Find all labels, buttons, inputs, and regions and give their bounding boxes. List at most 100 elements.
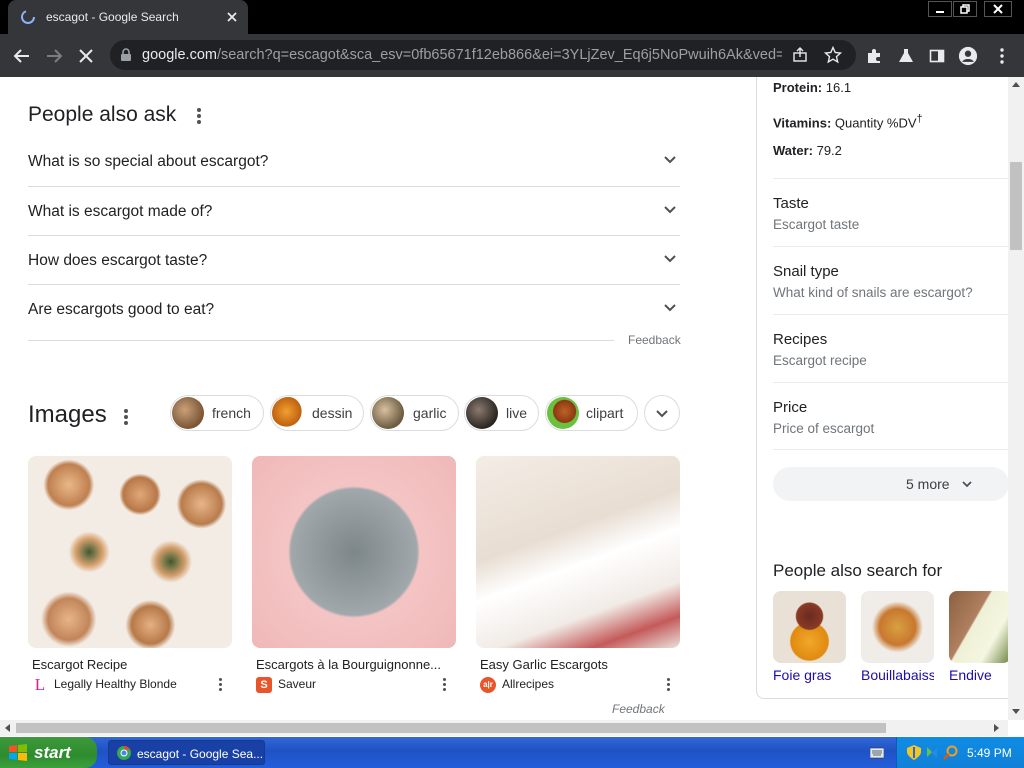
source-icon-saveur: S [256,677,272,693]
people-also-ask-title: People also ask [28,103,177,126]
kp-topic-subtitle: Escargot recipe [773,353,867,368]
minimize-window-button[interactable] [928,1,952,17]
taskbar: start escagot - Google Sea... 5:49 PM [0,737,1024,768]
nutrition-label: Water: [773,143,813,158]
share-icon[interactable] [792,47,808,63]
paa-question[interactable]: How does escargot taste? [28,235,680,284]
nutrition-value: 16.1 [825,80,852,95]
close-icon [79,49,93,63]
nutrition-water: Water: 79.2 [773,143,842,158]
image-result-garlic-escargots[interactable] [476,456,680,648]
scroll-down-arrow-icon[interactable] [1012,709,1020,715]
start-button[interactable]: start [0,737,97,768]
kp-topic-row[interactable]: Taste Escargot taste [773,178,1009,246]
taskbar-window-button[interactable]: escagot - Google Sea... [108,740,265,765]
related-search-bouillabaisse-image[interactable] [861,591,934,663]
close-icon [993,4,1003,14]
related-search-foie-gras-image[interactable] [773,591,846,663]
browser-menu-button[interactable] [992,46,1012,66]
related-search-label[interactable]: Foie gras [773,667,846,683]
chip-thumbnail [272,397,304,429]
side-panel-button[interactable] [927,46,947,66]
people-also-ask-options-icon[interactable] [197,108,201,124]
source-icon-allrecipes: a|r [480,677,496,693]
images-feedback-link[interactable]: Feedback [612,702,665,716]
taskbar-window-label: escagot - Google Sea... [137,747,264,761]
stop-loading-button[interactable] [76,46,96,66]
paa-question-text: What is so special about escargot? [28,153,269,170]
vertical-scrollbar[interactable] [1008,77,1024,720]
image-source[interactable]: Legally Healthy Blonde [54,677,177,691]
chip-thumbnail [547,397,579,429]
labs-button[interactable] [896,46,916,66]
kp-topic-row[interactable]: Snail type What kind of snails are escarg… [773,246,1009,314]
back-button[interactable] [12,46,32,66]
address-bar[interactable]: google.com/search?q=escagot&sca_esv=0fb6… [110,40,856,70]
kp-topic-row[interactable]: Price Price of escargot [773,382,1009,450]
knowledge-panel: Protein: 16.1 Vitamins: Quantity %DV† Wa… [756,77,1011,699]
images-section-title: Images [28,401,107,428]
image-more-options-icon[interactable] [219,678,223,694]
scroll-left-arrow-icon[interactable] [4,724,10,732]
scroll-right-arrow-icon[interactable] [994,724,1000,732]
paa-question[interactable]: What is escargot made of? [28,186,680,235]
keyboard-icon[interactable] [870,747,884,759]
kp-topic-row[interactable]: Recipes Escargot recipe [773,314,1009,382]
paa-question-text: How does escargot taste? [28,252,208,269]
image-caption[interactable]: Escargot Recipe [32,657,232,672]
close-window-button[interactable] [984,1,1012,17]
images-options-icon[interactable] [124,409,128,425]
network-icon[interactable] [925,745,939,760]
nutrition-label: Protein: [773,80,823,95]
search-magnifier-icon[interactable] [943,745,958,760]
minimize-icon [936,11,944,13]
image-caption[interactable]: Easy Garlic Escargots [480,657,680,672]
bookmark-star-icon[interactable] [824,46,842,64]
chevron-down-icon [656,410,668,418]
image-source[interactable]: Saveur [278,677,316,691]
paa-feedback-link[interactable]: Feedback [628,333,681,347]
security-shield-icon[interactable] [907,745,921,760]
kp-topic-subtitle: Price of escargot [773,421,875,436]
arrow-right-icon [47,49,63,63]
scroll-up-arrow-icon[interactable] [1012,81,1020,87]
image-caption[interactable]: Escargots à la Bourguignonne... [256,657,456,672]
vertical-scroll-thumb[interactable] [1010,162,1022,250]
profile-button[interactable] [958,46,978,66]
related-search-label[interactable]: Bouillabaisse [861,667,934,683]
image-more-options-icon[interactable] [443,678,447,694]
horizontal-scrollbar[interactable] [0,720,1008,736]
image-filter-chip[interactable]: clipart [545,395,638,431]
url-path: /search?q=escagot&sca_esv=0fb65671f12eb8… [216,47,782,63]
show-more-button[interactable]: 5 more [773,467,1009,501]
related-search-endive-image[interactable] [949,591,1011,663]
restore-window-button[interactable] [953,1,977,17]
image-filter-chip[interactable]: french [170,395,264,431]
horizontal-scroll-thumb[interactable] [16,723,886,733]
url-text: google.com/search?q=escagot&sca_esv=0fb6… [142,47,782,63]
image-filter-chip[interactable]: live [464,395,539,431]
lock-icon [121,48,131,61]
image-more-options-icon[interactable] [667,678,671,694]
image-result-escargots-bourguignonne[interactable] [252,456,456,648]
image-filter-chip[interactable]: garlic [370,395,459,431]
more-chips-button[interactable] [644,395,680,431]
restore-icon [960,4,970,14]
image-result-escargot-recipe[interactable] [28,456,232,648]
close-tab-icon[interactable] [225,10,239,24]
clock: 5:49 PM [967,746,1012,760]
related-search-label[interactable]: Endive [949,667,1011,683]
chip-label: french [212,405,251,421]
forward-button[interactable] [44,46,64,66]
kp-topic-heading: Recipes [773,331,828,348]
paa-question-text: Are escargots good to eat? [28,301,215,318]
loading-spinner-icon [21,10,35,24]
paa-question[interactable]: What is so special about escargot? [28,137,680,186]
paa-question[interactable]: Are escargots good to eat? [28,284,680,333]
image-source[interactable]: Allrecipes [502,677,554,691]
chevron-down-icon [962,481,972,488]
extensions-button[interactable] [864,46,884,66]
image-filter-chip[interactable]: dessin [270,395,364,431]
browser-tab[interactable]: escagot - Google Search [8,0,248,34]
dagger-mark: † [916,113,923,125]
